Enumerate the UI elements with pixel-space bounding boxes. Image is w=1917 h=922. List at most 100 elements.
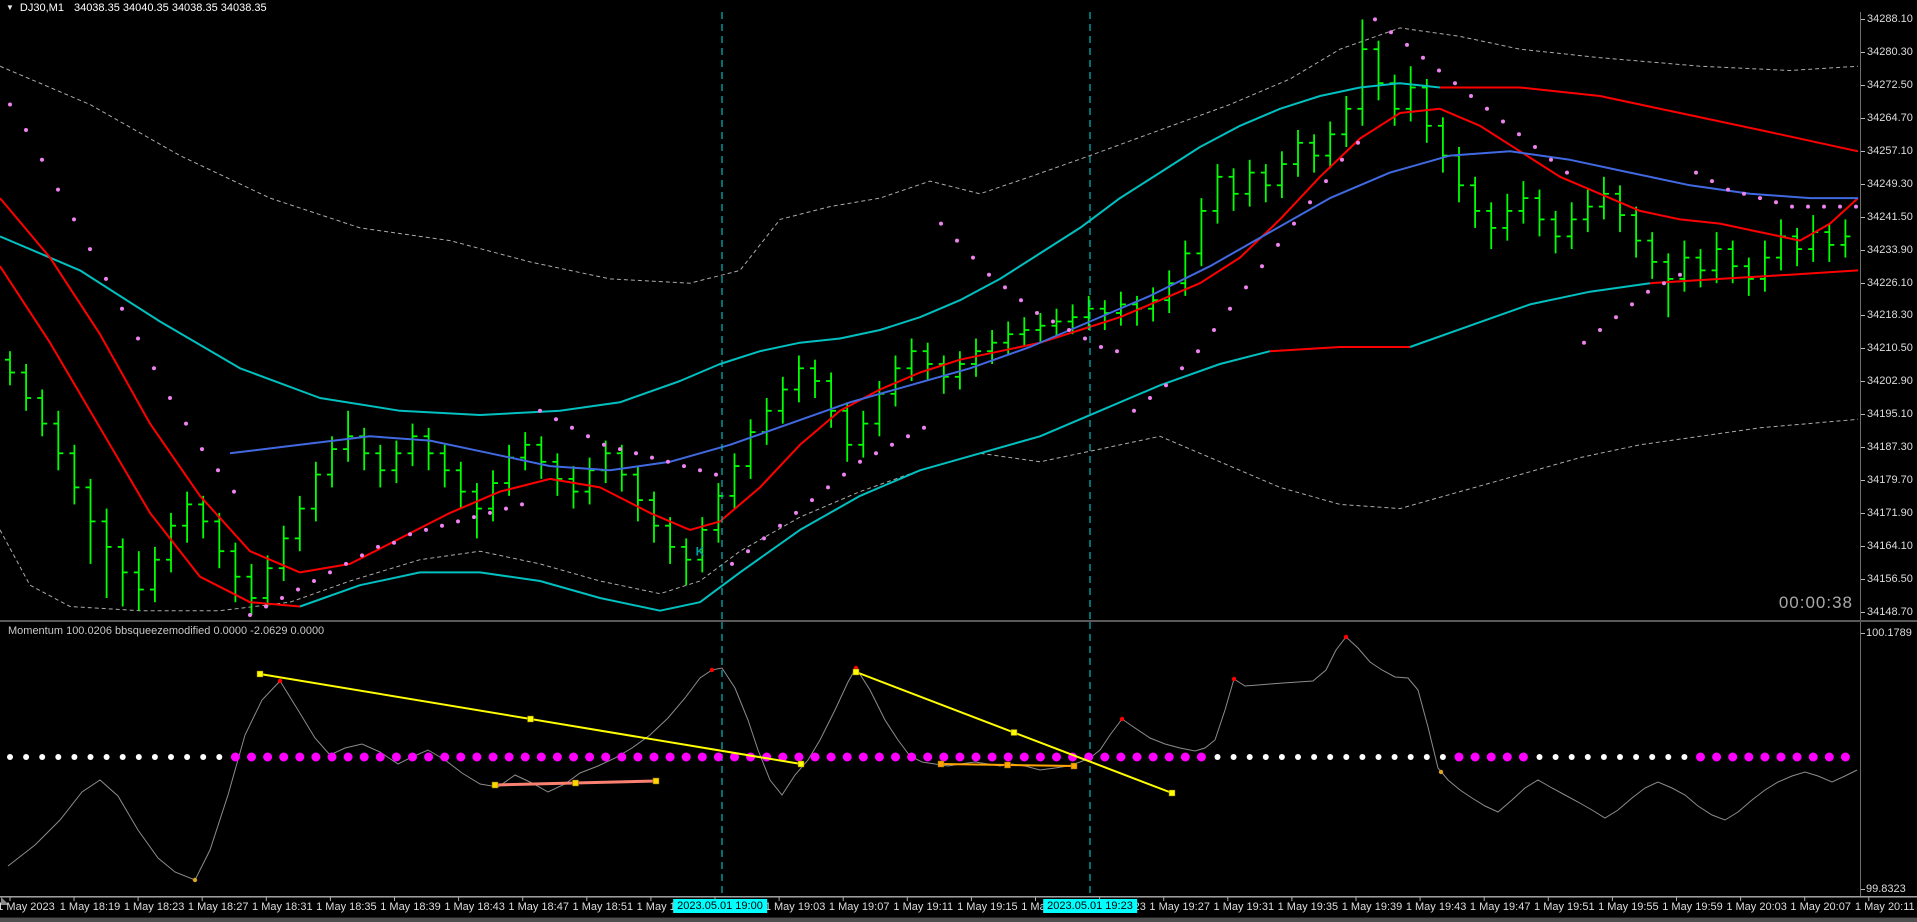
price-bar [117,538,128,607]
segment-orange-handle[interactable] [1004,761,1011,769]
candle-countdown-timer: 00:00:38 [1778,593,1853,612]
psar-dot [104,276,108,281]
squeeze-dot [1423,754,1430,760]
price-bar [1631,206,1642,258]
time-axis-label: 1 May 19:03 [764,901,826,913]
price-bar [1309,134,1320,173]
squeeze-dot [408,752,417,762]
segment-salmon-handle[interactable] [572,779,579,787]
squeeze-dot [151,754,158,760]
squeeze-dot [279,752,289,762]
price-bar [922,342,933,381]
psar-dot [504,506,508,511]
price-bar [1759,240,1770,292]
squeeze-dot [1246,754,1253,760]
psar-dot [216,468,220,473]
psar-dot [1373,17,1377,22]
symbol-dropdown-icon[interactable]: ▼ [6,3,14,12]
momentum-peak-dot [1119,716,1125,722]
squeeze-dot [1052,752,1061,762]
price-bar [37,389,48,437]
squeeze-dot [1148,752,1158,762]
squeeze-dot [1295,754,1301,760]
price-bar [1518,181,1529,224]
psar-dot [1051,319,1055,324]
psar-dot [810,498,814,503]
squeeze-dot [1808,752,1818,762]
squeeze-dot [504,752,514,762]
price-bar [1293,130,1303,177]
time-axis-label: 1 May 19:11 [893,901,954,913]
psar-dot [586,434,590,439]
time-axis-label: 1 May 18:23 [123,901,185,913]
trendline-1-handle[interactable] [256,670,264,678]
time-axis-label: 1 May 19:27 [1149,901,1210,913]
trendline-1-handle[interactable] [527,715,534,723]
squeeze-dot [1230,754,1237,760]
squeeze-dot [1552,754,1559,760]
momentum-indicator-panel[interactable] [0,622,1860,896]
time-axis-label: 1 May 18:19 [59,901,121,913]
squeeze-dot [247,752,256,762]
squeeze-dot [1439,754,1446,760]
price-bar [842,402,853,462]
time-axis-label: 1 May 19:39 [1341,901,1403,913]
segment-orange-handle[interactable] [1070,762,1078,770]
psar-dot [778,523,782,528]
price-axis-label: 34179.70 [1867,474,1913,487]
time-axis-label: 1 May 19:35 [1277,901,1339,913]
price-bar [1486,202,1497,250]
price-bar [858,410,869,458]
squeeze-dot [810,752,820,762]
segment-salmon-handle[interactable] [491,781,499,789]
price-bar [85,478,96,564]
indicator-axis-max: 100.1789 [1866,627,1912,639]
price-bar [423,427,434,471]
squeeze-dot [520,752,530,762]
price-bar [1341,96,1352,147]
main-price-chart[interactable]: K [0,12,1860,620]
price-bar [278,525,289,581]
squeeze-dot [39,754,46,760]
price-bar [1325,121,1336,169]
squeeze-dot [536,752,546,762]
psar-dot [1758,196,1762,201]
price-bar [1212,164,1223,224]
squeeze-dot [200,754,207,760]
segment-salmon-handle[interactable] [652,777,660,785]
psar-dot [328,570,332,575]
psar-dot [1662,281,1666,286]
squeeze-dot [1600,754,1607,760]
psar-dot [1437,68,1441,73]
squeeze-dot [168,754,174,760]
indicator-separator[interactable] [0,620,1917,622]
psar-dot [1726,187,1730,192]
squeeze-dot [601,752,611,762]
squeeze-dot [1391,754,1398,760]
price-bar [810,359,820,398]
price-bar [1598,176,1609,220]
price-axis-label: 34195.10 [1867,408,1913,421]
price-bar [182,491,193,543]
squeeze-dot [391,752,401,762]
psar-dot [168,396,172,400]
segment-orange-handle[interactable] [937,760,945,768]
time-axis-label: 1 May 19:31 [1213,901,1275,913]
trendline-2-handle[interactable] [1168,789,1176,797]
squeeze-dot [87,754,94,760]
band-lower-red-2 [1269,346,1410,353]
band-upper-red [1440,86,1859,153]
price-bar [1711,232,1722,284]
trendline-1-handle[interactable] [797,760,805,768]
squeeze-dot [1696,752,1705,762]
squeeze-dot [343,752,353,762]
psar-dot [424,527,428,532]
price-bar [1663,253,1674,318]
psar-dot [1646,289,1650,294]
trendline-2-handle[interactable] [1010,729,1018,736]
psar-dot [602,442,606,447]
psar-dot [184,421,188,426]
squeeze-dot [1262,754,1269,760]
time-axis-label: 1 May 19:51 [1534,901,1595,913]
trendline-2-handle[interactable] [852,668,860,676]
